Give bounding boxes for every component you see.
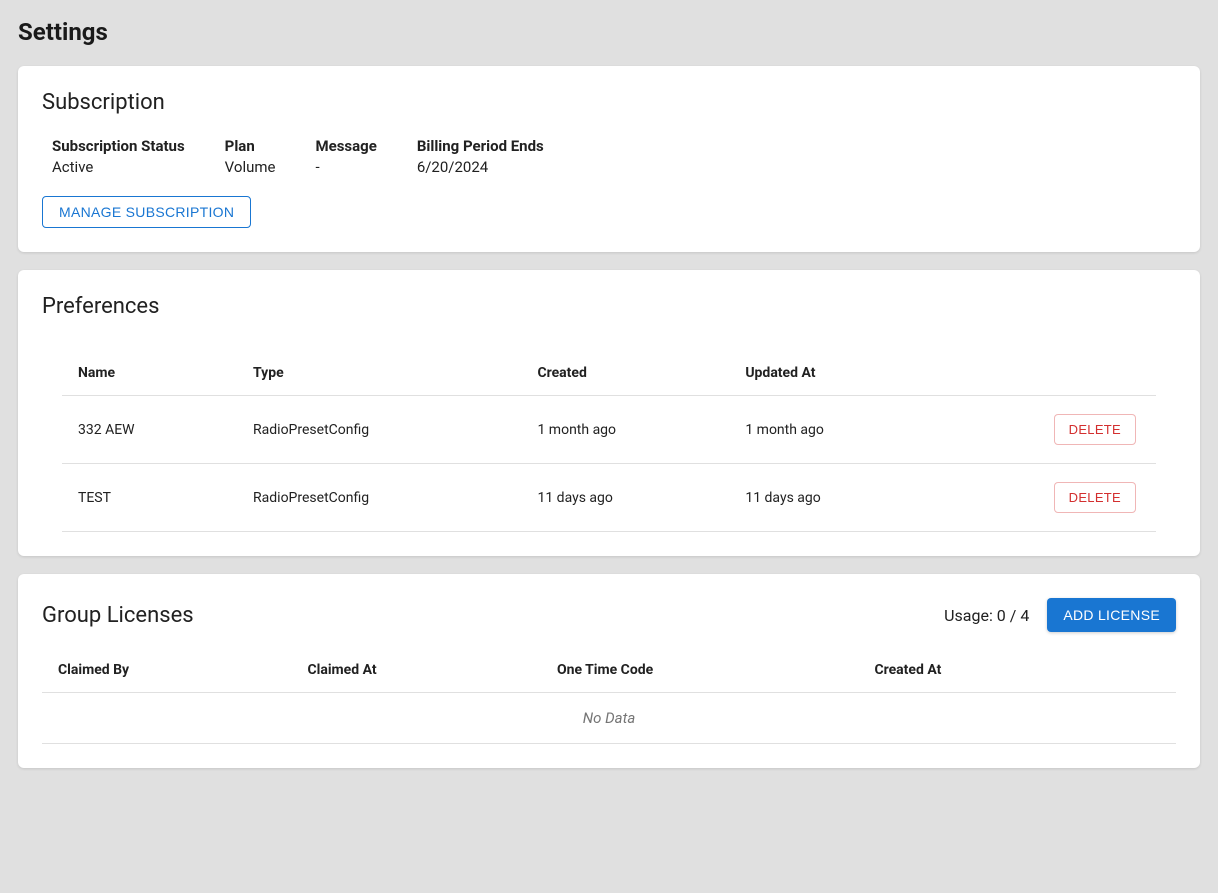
- subscription-status-label: Subscription Status: [52, 137, 185, 155]
- message-value: -: [315, 158, 376, 176]
- prefs-col-updated: Updated At: [729, 349, 981, 396]
- pref-created: 1 month ago: [521, 396, 729, 464]
- lic-col-claimed-at: Claimed At: [291, 648, 540, 693]
- table-row: TEST RadioPresetConfig 11 days ago 11 da…: [62, 464, 1156, 532]
- manage-subscription-button[interactable]: Manage Subscription: [42, 196, 251, 228]
- billing-label: Billing Period Ends: [417, 137, 544, 155]
- pref-updated: 1 month ago: [729, 396, 981, 464]
- prefs-col-name: Name: [62, 349, 237, 396]
- plan-value: Volume: [225, 158, 276, 176]
- page-title: Settings: [18, 18, 1200, 46]
- prefs-col-type: Type: [237, 349, 521, 396]
- preferences-card: Preferences Name Type Created Updated At…: [18, 270, 1200, 556]
- pref-name: 332 AEW: [62, 396, 237, 464]
- table-row: 332 AEW RadioPresetConfig 1 month ago 1 …: [62, 396, 1156, 464]
- licenses-card-title: Group Licenses: [42, 603, 194, 628]
- delete-preference-button[interactable]: Delete: [1054, 414, 1136, 445]
- lic-col-one-time-code: One Time Code: [541, 648, 859, 693]
- licenses-no-data: No Data: [42, 693, 1176, 744]
- subscription-card-title: Subscription: [42, 90, 1176, 115]
- lic-col-created-at: Created At: [858, 648, 1176, 693]
- subscription-status-value: Active: [52, 158, 185, 176]
- subscription-status-group: Subscription Status Active: [52, 137, 185, 176]
- message-label: Message: [315, 137, 376, 155]
- preferences-card-title: Preferences: [42, 294, 1176, 319]
- prefs-col-created: Created: [521, 349, 729, 396]
- pref-type: RadioPresetConfig: [237, 464, 521, 532]
- lic-col-claimed-by: Claimed By: [42, 648, 291, 693]
- add-license-button[interactable]: Add License: [1047, 598, 1176, 632]
- billing-group: Billing Period Ends 6/20/2024: [417, 137, 544, 176]
- pref-type: RadioPresetConfig: [237, 396, 521, 464]
- group-licenses-card: Group Licenses Usage: 0 / 4 Add License …: [18, 574, 1200, 768]
- plan-group: Plan Volume: [225, 137, 276, 176]
- subscription-fields: Subscription Status Active Plan Volume M…: [42, 137, 1176, 176]
- subscription-card: Subscription Subscription Status Active …: [18, 66, 1200, 252]
- license-usage-text: Usage: 0 / 4: [944, 606, 1029, 625]
- pref-created: 11 days ago: [521, 464, 729, 532]
- billing-value: 6/20/2024: [417, 158, 544, 176]
- pref-name: TEST: [62, 464, 237, 532]
- message-group: Message -: [315, 137, 376, 176]
- pref-updated: 11 days ago: [729, 464, 981, 532]
- plan-label: Plan: [225, 137, 276, 155]
- preferences-table: Name Type Created Updated At 332 AEW Rad…: [62, 349, 1156, 532]
- delete-preference-button[interactable]: Delete: [1054, 482, 1136, 513]
- licenses-table: Claimed By Claimed At One Time Code Crea…: [42, 648, 1176, 693]
- prefs-col-action: [981, 349, 1156, 396]
